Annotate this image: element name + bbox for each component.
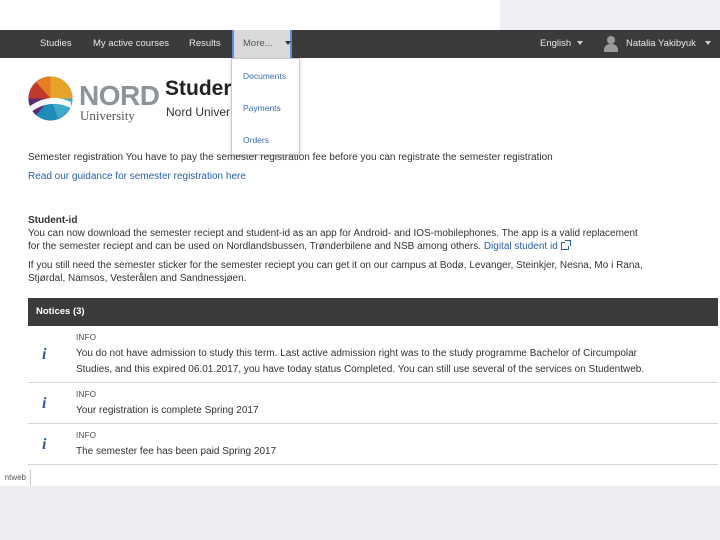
language-selector[interactable]: English (540, 30, 584, 58)
student-id-line-1: You can now download the semester reciep… (28, 228, 638, 239)
nord-logo-icon (28, 76, 73, 121)
language-label: English (540, 38, 572, 49)
notice-label: INFO (76, 333, 97, 342)
notice-line-1: The semester fee has been paid Spring 20… (76, 446, 277, 457)
user-name: Natalia Yakibyuk (626, 38, 696, 49)
notice-line-2: Studies, and this expired 06.01.2017, yo… (76, 364, 645, 375)
info-icon: i (42, 436, 47, 453)
notice-label: INFO (76, 431, 97, 440)
chevron-down-icon (284, 41, 291, 46)
top-right-box (500, 0, 720, 30)
student-id-line-3: If you still need the semester sticker f… (28, 260, 643, 271)
notice-label: INFO (76, 390, 97, 399)
more-dropdown-menu: Documents Payments Orders (231, 58, 300, 155)
dropdown-item-payments[interactable]: Payments (243, 103, 281, 113)
guidance-link[interactable]: Read our guidance for semester registrat… (28, 171, 246, 183)
notice-line-1: You do not have admission to study this … (76, 348, 638, 359)
nav-my-active-courses[interactable]: My active courses (93, 30, 169, 58)
chevron-down-icon (577, 41, 584, 46)
nav-studies[interactable]: Studies (40, 30, 72, 58)
external-link-icon (560, 240, 571, 250)
page-title: Studer (165, 77, 232, 100)
notice-item: i INFO You do not have admission to stud… (28, 326, 718, 383)
chevron-down-icon (704, 41, 711, 46)
student-id-line-2: for the semester reciept and can be used… (28, 241, 482, 252)
student-id-heading: Student-id (28, 215, 78, 226)
studentweb-tab[interactable]: ntweb (0, 470, 31, 486)
notice-item: i INFO Your registration is complete Spr… (28, 383, 718, 424)
notice-item: i INFO The semester fee has been paid Sp… (28, 424, 718, 465)
student-id-line-2-row: for the semester reciept and can be used… (28, 240, 571, 253)
notices-header[interactable]: Notices (3) (28, 298, 718, 326)
student-id-line-4: Stjørdal, Namsos, Vesterålen and Sandnes… (28, 273, 247, 284)
digital-student-id-link[interactable]: Digital student id (484, 241, 558, 252)
dropdown-item-orders[interactable]: Orders (243, 135, 269, 145)
user-menu[interactable]: Natalia Yakibyuk (626, 30, 711, 58)
logo-university-text: University (80, 108, 135, 123)
nav-more-label: More... (243, 38, 273, 49)
page-subtitle: Nord Univer (166, 105, 231, 119)
logo-nord-text: NORD (79, 80, 160, 111)
info-icon: i (42, 346, 47, 363)
nav-results[interactable]: Results (189, 30, 221, 58)
notice-line-1: Your registration is complete Spring 201… (76, 405, 259, 416)
info-icon: i (42, 395, 47, 412)
dropdown-item-documents[interactable]: Documents (243, 71, 286, 81)
top-strip (0, 0, 720, 30)
nav-more-button[interactable]: More... (232, 30, 292, 58)
user-avatar-icon[interactable] (604, 36, 618, 52)
